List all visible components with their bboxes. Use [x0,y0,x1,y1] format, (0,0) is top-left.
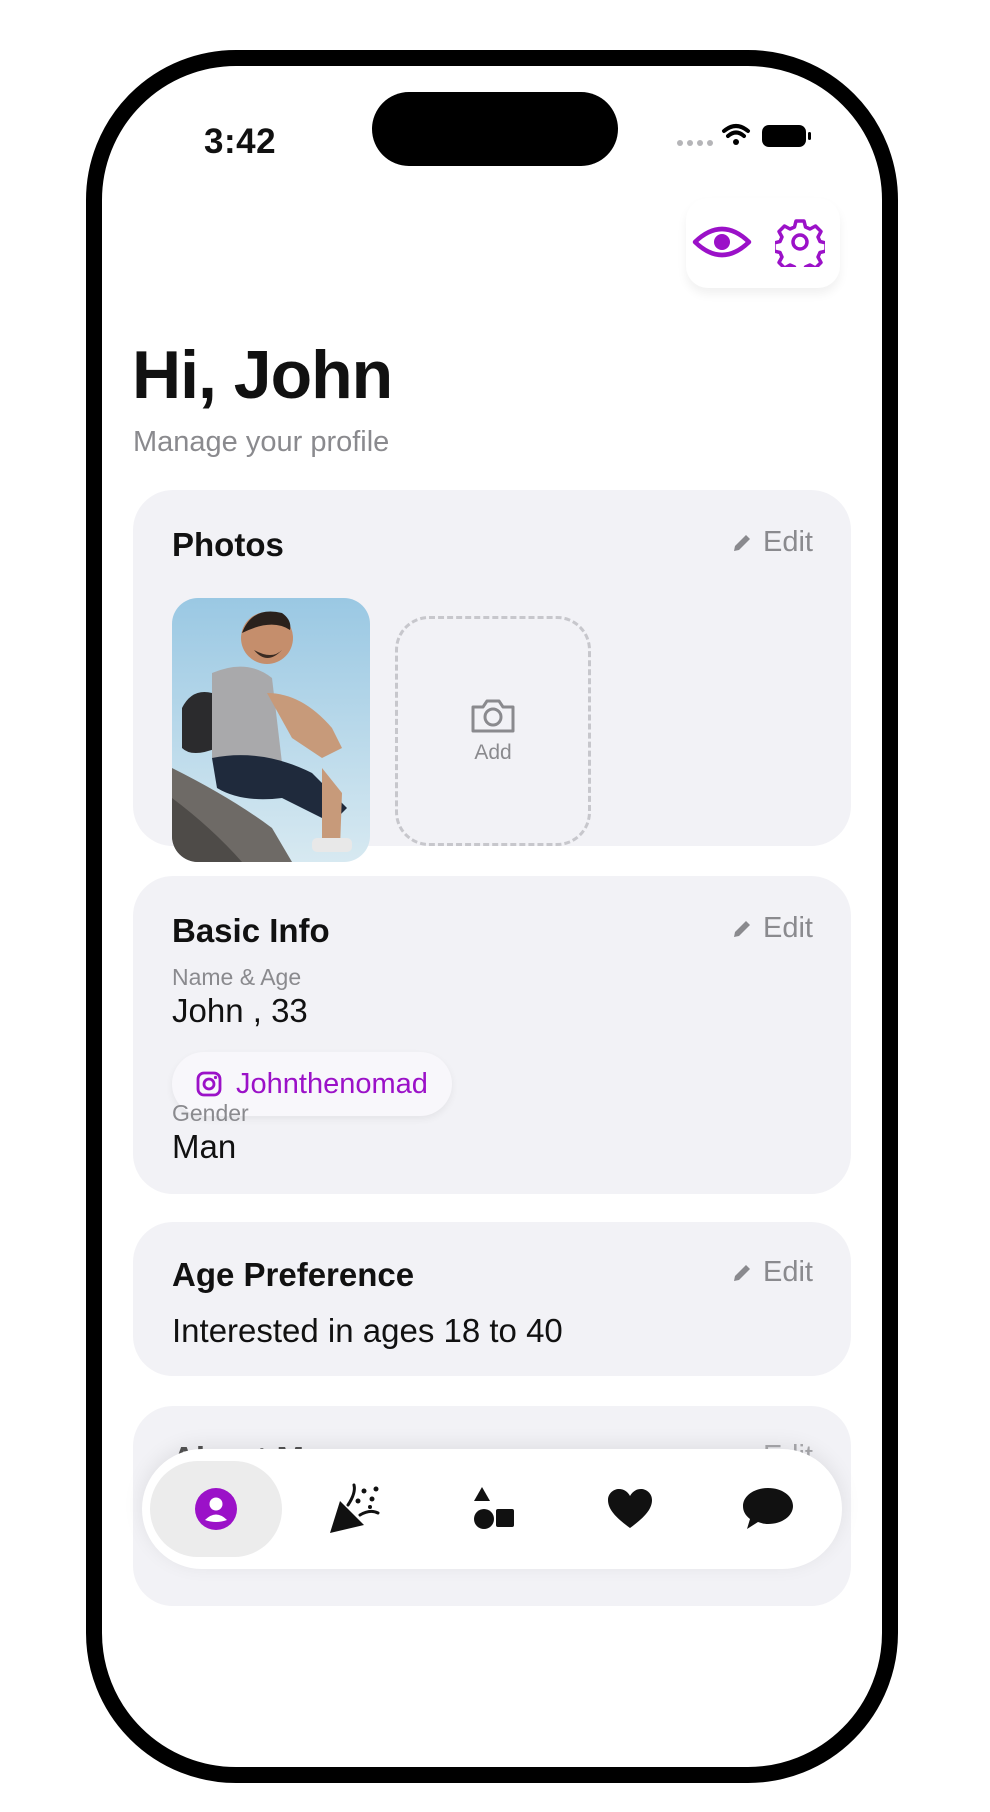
age-preference-card: Age Preference Edit Interested in ages 1… [133,1222,851,1376]
photos-card-title: Photos [172,526,284,563]
photos-card: Photos Edit Add [133,490,851,862]
add-photo-button[interactable]: Add [395,616,591,846]
edit-photos-button[interactable]: Edit [731,526,813,559]
edit-label: Edit [763,1256,813,1288]
header-actions [686,198,840,288]
camera-icon [471,699,515,733]
wifi-icon [722,124,750,145]
instagram-handle: Johnthenomad [236,1067,428,1100]
gender-label: Gender [172,1100,249,1126]
settings-button[interactable] [768,212,832,272]
gender-value: Man [172,1128,237,1165]
name-age-value: John , 33 [172,992,308,1029]
page-title: Hi, John [132,337,393,413]
app-screen: 3:42 Hi, John Manage your profile Photos… [102,66,882,1767]
basic-info-card: Basic Info Edit Name & Age John , 33 Joh… [133,876,851,1194]
tab-likes[interactable] [564,1461,696,1557]
chat-bubble-icon [743,1488,793,1529]
profile-photo[interactable] [172,598,370,862]
age-preference-card-title: Age Preference [172,1256,415,1293]
tab-bar [142,1449,842,1569]
shapes-icon [474,1487,514,1529]
preview-profile-button[interactable] [690,212,754,272]
pencil-icon [734,1264,751,1281]
basic-info-card-title: Basic Info [172,912,330,949]
edit-age-preference-button[interactable]: Edit [731,1256,813,1289]
battery-icon [762,125,811,147]
heart-icon [608,1489,652,1528]
tab-messages[interactable] [702,1461,834,1557]
profile-icon [195,1488,237,1530]
party-popper-icon [330,1483,380,1533]
tab-profile[interactable] [150,1461,282,1557]
add-photo-label: Add [474,741,512,764]
phone-frame: 3:42 Hi, John Manage your profile Photos… [86,50,898,1783]
edit-basic-info-button[interactable]: Edit [731,912,813,945]
dynamic-island [372,92,618,166]
name-age-label: Name & Age [172,964,302,990]
edit-label: Edit [763,912,813,944]
status-icons [676,120,826,160]
cellular-signal-icon [677,140,713,146]
pencil-icon [734,534,751,551]
eye-icon [692,226,752,258]
tab-events[interactable] [288,1461,420,1557]
page-subtitle: Manage your profile [133,426,390,458]
age-preference-value: Interested in ages 18 to 40 [172,1312,563,1349]
instagram-icon [196,1071,222,1097]
tab-discover[interactable] [426,1461,558,1557]
edit-label: Edit [763,526,813,558]
pencil-icon [734,920,751,937]
status-time: 3:42 [204,122,277,161]
gear-icon [775,219,825,267]
